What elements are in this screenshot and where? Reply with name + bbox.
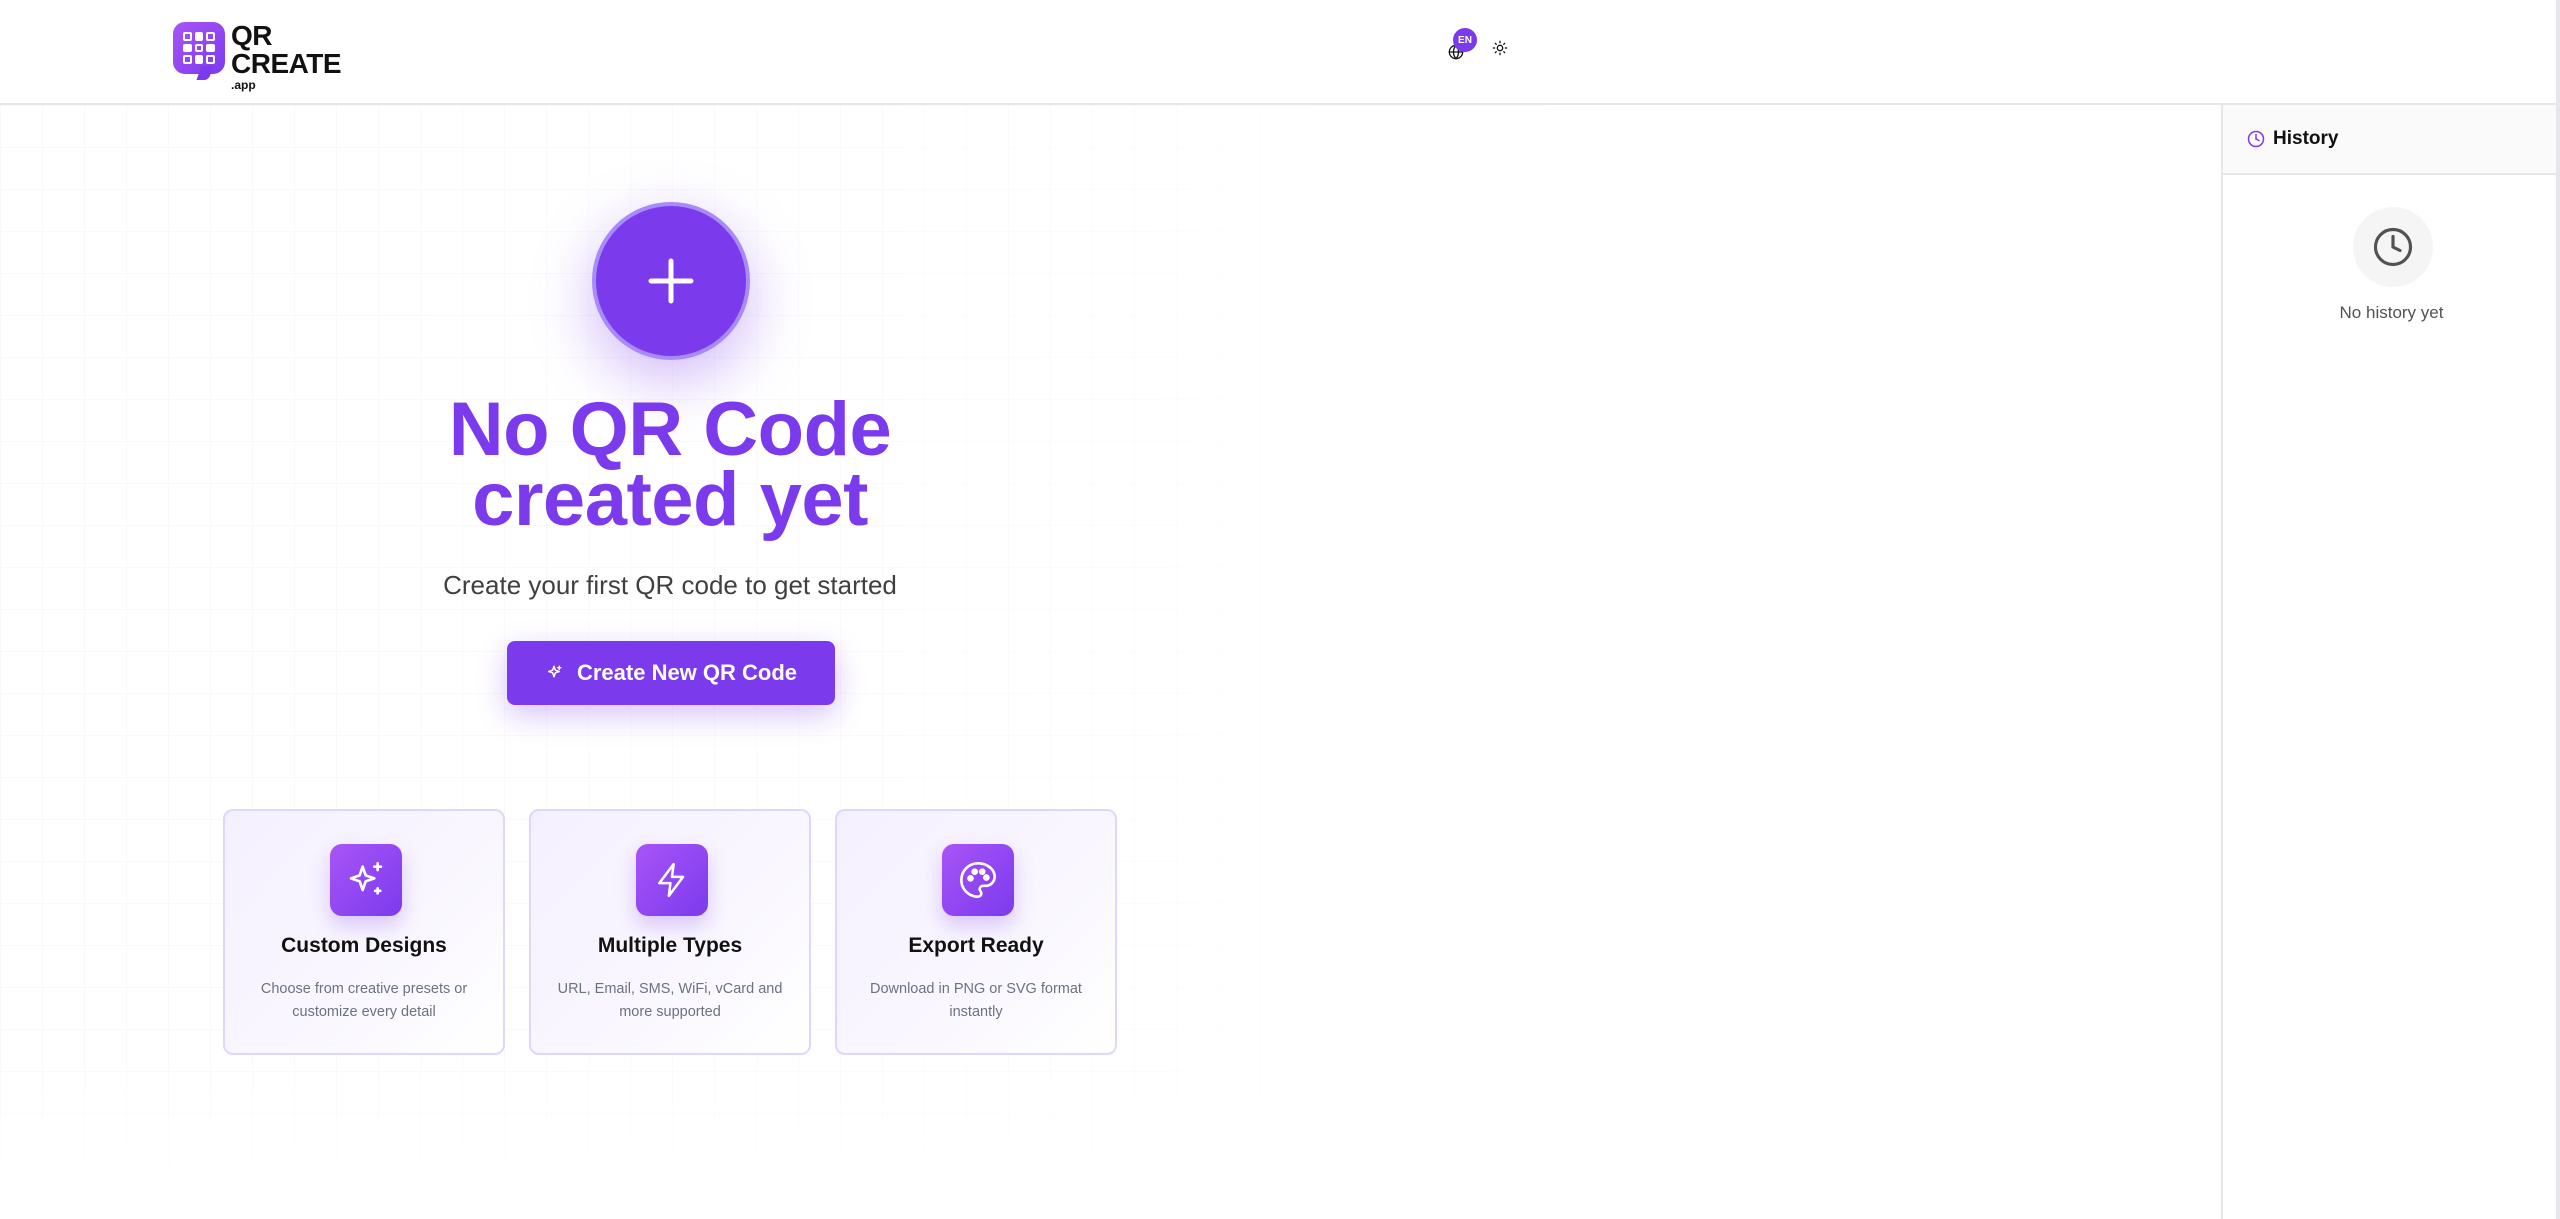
logo-text-qr: QR (231, 20, 273, 51)
plus-icon (648, 258, 694, 304)
create-new-qr-label: Create New QR Code (576, 660, 798, 685)
empty-title-line1: No QR Code (448, 387, 892, 472)
logo[interactable]: QR CREATE .app (173, 20, 342, 92)
language-selector-button[interactable]: EN (1440, 26, 1480, 66)
qr-logo-icon (173, 22, 225, 74)
feature-card-multiple-types: Multiple Types URL, Email, SMS, WiFi, vC… (529, 809, 811, 1055)
feature-title: Export Ready (908, 934, 1044, 957)
sparkles-icon (330, 844, 402, 916)
logo-text-app: .app (231, 78, 256, 92)
lightning-icon (636, 844, 708, 916)
empty-state-subtitle: Create your first QR code to get started (443, 570, 897, 600)
feature-title: Custom Designs (281, 934, 447, 957)
create-new-qr-button[interactable]: Create New QR Code (507, 641, 835, 705)
feature-title: Multiple Types (597, 934, 743, 957)
feature-description: Choose from creative presets or customiz… (260, 981, 468, 1020)
empty-state-title: No QR Code created yet (320, 387, 1020, 542)
top-header: QR CREATE .app EN (0, 0, 2560, 105)
sparkles-icon (547, 665, 562, 678)
theme-toggle-button[interactable] (1492, 40, 1516, 64)
sun-icon (1492, 40, 1508, 56)
palette-icon (942, 844, 1014, 916)
history-title: History (2273, 128, 2339, 149)
logo-text-create: CREATE (231, 48, 342, 79)
history-empty-clock-icon (2353, 207, 2433, 287)
feature-card-export-ready: Export Ready Download in PNG or SVG form… (835, 809, 1117, 1055)
create-qr-plus-button[interactable] (592, 202, 750, 360)
page-scrollbar[interactable] (2556, 0, 2560, 1219)
language-badge: EN (1453, 28, 1477, 52)
history-empty-text: No history yet (2339, 303, 2444, 322)
empty-title-line2: created yet (472, 457, 868, 542)
history-sidebar: History No history yet (2221, 105, 2560, 1219)
feature-cards: Custom Designs Choose from creative pres… (223, 809, 1117, 1055)
feature-description: URL, Email, SMS, WiFi, vCard and more su… (557, 981, 783, 1020)
feature-description: Download in PNG or SVG format instantly (870, 981, 1082, 1020)
clock-icon (2247, 130, 2265, 148)
history-header: History (2223, 105, 2560, 175)
feature-card-custom-designs: Custom Designs Choose from creative pres… (223, 809, 505, 1055)
